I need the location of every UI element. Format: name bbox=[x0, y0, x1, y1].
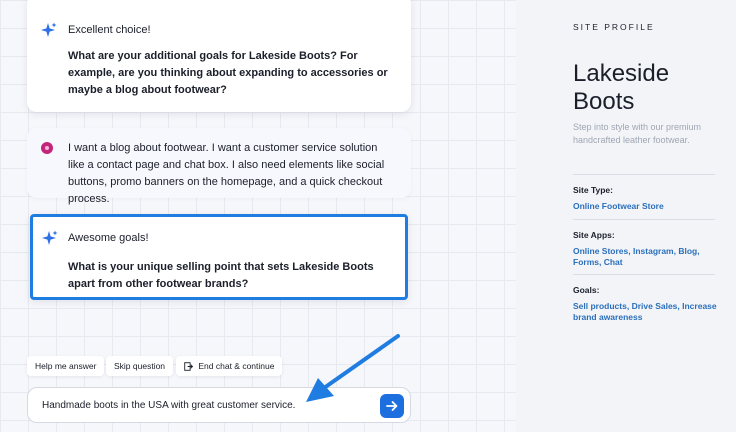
divider bbox=[573, 219, 715, 220]
skip-question-button[interactable]: Skip question bbox=[106, 356, 174, 376]
site-apps-label: Site Apps: bbox=[573, 230, 615, 240]
message-text: I want a blog about footwear. I want a c… bbox=[68, 142, 385, 205]
chat-panel: Excellent choice! What are your addition… bbox=[0, 0, 516, 432]
end-chat-label: End chat & continue bbox=[198, 361, 275, 371]
divider bbox=[573, 174, 715, 175]
sparkle-icon bbox=[41, 22, 57, 37]
send-button[interactable] bbox=[380, 394, 404, 418]
user-avatar-icon bbox=[41, 142, 53, 154]
goals-label: Goals: bbox=[573, 285, 600, 295]
chat-input-box bbox=[27, 387, 411, 424]
message-question: What are your additional goals for Lakes… bbox=[68, 50, 388, 96]
chat-input[interactable] bbox=[42, 388, 372, 424]
divider bbox=[573, 274, 715, 275]
skip-question-label: Skip question bbox=[114, 361, 166, 371]
profile-heading: SITE PROFILE bbox=[573, 22, 655, 32]
end-chat-button[interactable]: End chat & continue bbox=[176, 356, 283, 376]
site-tagline: Step into style with our premium handcra… bbox=[573, 122, 702, 145]
exit-icon bbox=[184, 362, 193, 371]
message-intro: Awesome goals! bbox=[68, 232, 149, 244]
assistant-message: Excellent choice! What are your addition… bbox=[27, 0, 411, 112]
arrow-right-icon bbox=[386, 401, 398, 411]
user-message: I want a blog about footwear. I want a c… bbox=[27, 128, 411, 205]
help-me-answer-button[interactable]: Help me answer bbox=[27, 356, 105, 376]
goals-value: Sell products, Drive Sales, Increase bra… bbox=[573, 301, 717, 322]
sparkle-icon bbox=[42, 230, 58, 245]
message-intro: Excellent choice! bbox=[68, 24, 151, 36]
assistant-message-highlighted: Awesome goals! What is your unique selli… bbox=[30, 214, 408, 300]
site-type-value: Online Footwear Store bbox=[573, 201, 664, 211]
site-name: Lakeside Boots bbox=[573, 60, 670, 115]
site-type-label: Site Type: bbox=[573, 185, 613, 195]
site-profile-panel: SITE PROFILE Lakeside Boots Step into st… bbox=[516, 0, 736, 432]
message-question: What is your unique selling point that s… bbox=[68, 261, 374, 290]
site-apps-value: Online Stores, Instagram, Blog, Forms, C… bbox=[573, 246, 700, 267]
help-me-answer-label: Help me answer bbox=[35, 361, 97, 371]
